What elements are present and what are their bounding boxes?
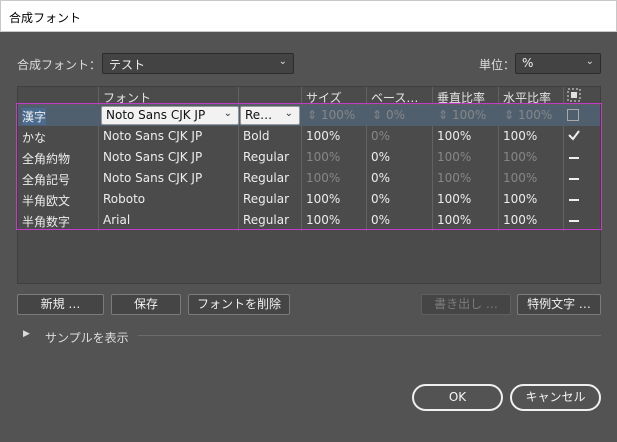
baseline-value: 0% <box>371 150 391 164</box>
show-sample-toggle[interactable]: サンプルを表示 <box>45 329 129 346</box>
header-baseline: ベース… <box>371 91 419 105</box>
dash-icon[interactable] <box>569 157 579 159</box>
size-value: 100% <box>306 150 341 164</box>
size-value: 100% <box>306 129 341 143</box>
size-value: 100% <box>306 171 341 185</box>
row-category: 半角欧文 <box>22 194 71 208</box>
unit-value: % <box>522 56 534 70</box>
row-category: 全角記号 <box>22 173 71 187</box>
header-font: フォント <box>103 91 152 105</box>
row-category: かな <box>22 131 47 145</box>
vscale-value: 100% <box>437 129 472 143</box>
composite-font-select[interactable]: テスト ⌄ <box>102 53 294 74</box>
stepper-icon[interactable]: ⇕ <box>504 108 514 122</box>
chevron-down-icon: ⌄ <box>223 108 232 119</box>
hscale-value: 100% <box>503 213 538 227</box>
table-row[interactable]: かな Noto Sans CJK JP Bold 100% 0% 100% 10… <box>18 126 600 147</box>
dash-icon[interactable] <box>569 178 579 180</box>
row-category: 全角約物 <box>22 152 71 166</box>
row-font: Noto Sans CJK JP <box>103 129 203 143</box>
row-style: Regular <box>243 192 290 206</box>
table-row[interactable]: 全角約物 Noto Sans CJK JP Regular 100% 0% 10… <box>18 147 600 168</box>
header-size: サイズ <box>306 91 342 105</box>
stepper-icon[interactable]: ⇕ <box>438 108 448 122</box>
stepper-icon[interactable]: ⇕ <box>372 108 382 122</box>
chevron-down-icon: ⌄ <box>585 56 594 67</box>
stepper-icon[interactable]: ⇕ <box>307 108 317 122</box>
hscale-value: 100% <box>503 171 538 185</box>
composite-font-table: フォント サイズ ベース… 垂直比率 水平比率 漢字 Noto Sans CJK… <box>17 86 601 284</box>
dash-icon[interactable] <box>569 220 579 222</box>
header-vertical-scale: 垂直比率 <box>437 91 486 105</box>
row-style: Regular <box>243 171 290 185</box>
vscale-value: 100% <box>437 171 472 185</box>
size-value: 100% <box>321 108 356 122</box>
font-family-select[interactable]: Noto Sans CJK JP ⌄ <box>101 106 239 125</box>
sample-divider <box>138 335 601 336</box>
hscale-value: 100% <box>503 192 538 206</box>
row-category: 漢字 <box>22 108 47 125</box>
row-style: Bold <box>243 129 270 143</box>
vscale-value: 100% <box>437 213 472 227</box>
vscale-value: 100% <box>452 108 487 122</box>
table-row[interactable]: 半角数字 Arial Regular 100% 0% 100% 100% <box>18 210 600 231</box>
unit-label: 単位： <box>479 58 516 72</box>
new-button[interactable]: 新規 … <box>17 294 104 315</box>
font-style-value: Re… <box>245 108 273 122</box>
composite-font-label: 合成フォント： <box>17 58 102 72</box>
delete-font-button[interactable]: フォントを削除 <box>188 294 290 315</box>
disclosure-triangle-icon[interactable]: ▶ <box>23 329 30 339</box>
dash-icon[interactable] <box>569 199 579 201</box>
baseline-value: 0% <box>371 171 391 185</box>
table-row[interactable]: 全角記号 Noto Sans CJK JP Regular 100% 0% 10… <box>18 168 600 189</box>
table-header: フォント サイズ ベース… 垂直比率 水平比率 <box>18 87 600 105</box>
font-style-select[interactable]: Re… ⌄ <box>240 106 300 125</box>
window-title: 合成フォント <box>9 11 82 25</box>
row-font: Noto Sans CJK JP <box>103 150 203 164</box>
header-horizontal-scale: 水平比率 <box>503 91 552 105</box>
ok-button[interactable]: OK <box>412 384 503 411</box>
row-category: 半角数字 <box>22 215 71 229</box>
hscale-value: 100% <box>503 150 538 164</box>
size-value: 100% <box>306 192 341 206</box>
unit-select[interactable]: % ⌄ <box>515 53 601 74</box>
table-row[interactable]: 半角欧文 Roboto Regular 100% 0% 100% 100% <box>18 189 600 210</box>
baseline-value: 0% <box>371 192 391 206</box>
font-family-value: Noto Sans CJK JP <box>106 108 206 122</box>
title-bar: 合成フォント <box>0 0 617 32</box>
checkmark-icon[interactable] <box>567 128 581 145</box>
row-font: Roboto <box>103 192 146 206</box>
table-row[interactable]: 漢字 Noto Sans CJK JP ⌄ Re… ⌄ ⇕ 100% ⇕ 0% … <box>18 105 600 126</box>
cancel-button[interactable]: キャンセル <box>510 384 601 411</box>
row-style: Regular <box>243 213 290 227</box>
row-style: Regular <box>243 150 290 164</box>
chevron-down-icon: ⌄ <box>284 108 293 119</box>
hscale-value: 100% <box>518 108 553 122</box>
save-button[interactable]: 保存 <box>111 294 181 315</box>
baseline-value: 0% <box>386 108 406 122</box>
center-align-icon[interactable] <box>567 88 581 102</box>
export-button[interactable]: 書き出し … <box>421 294 511 315</box>
composite-font-value: テスト <box>109 58 146 72</box>
size-value: 100% <box>306 213 341 227</box>
baseline-value: 0% <box>371 213 391 227</box>
vscale-value: 100% <box>437 150 472 164</box>
row-font: Arial <box>103 213 131 227</box>
exception-chars-button[interactable]: 特例文字 … <box>517 294 601 315</box>
row-font: Noto Sans CJK JP <box>103 171 203 185</box>
chevron-down-icon: ⌄ <box>278 56 287 67</box>
checkbox-empty-icon[interactable] <box>567 109 579 121</box>
baseline-value: 0% <box>371 129 391 143</box>
vscale-value: 100% <box>437 192 472 206</box>
hscale-value: 100% <box>503 129 538 143</box>
